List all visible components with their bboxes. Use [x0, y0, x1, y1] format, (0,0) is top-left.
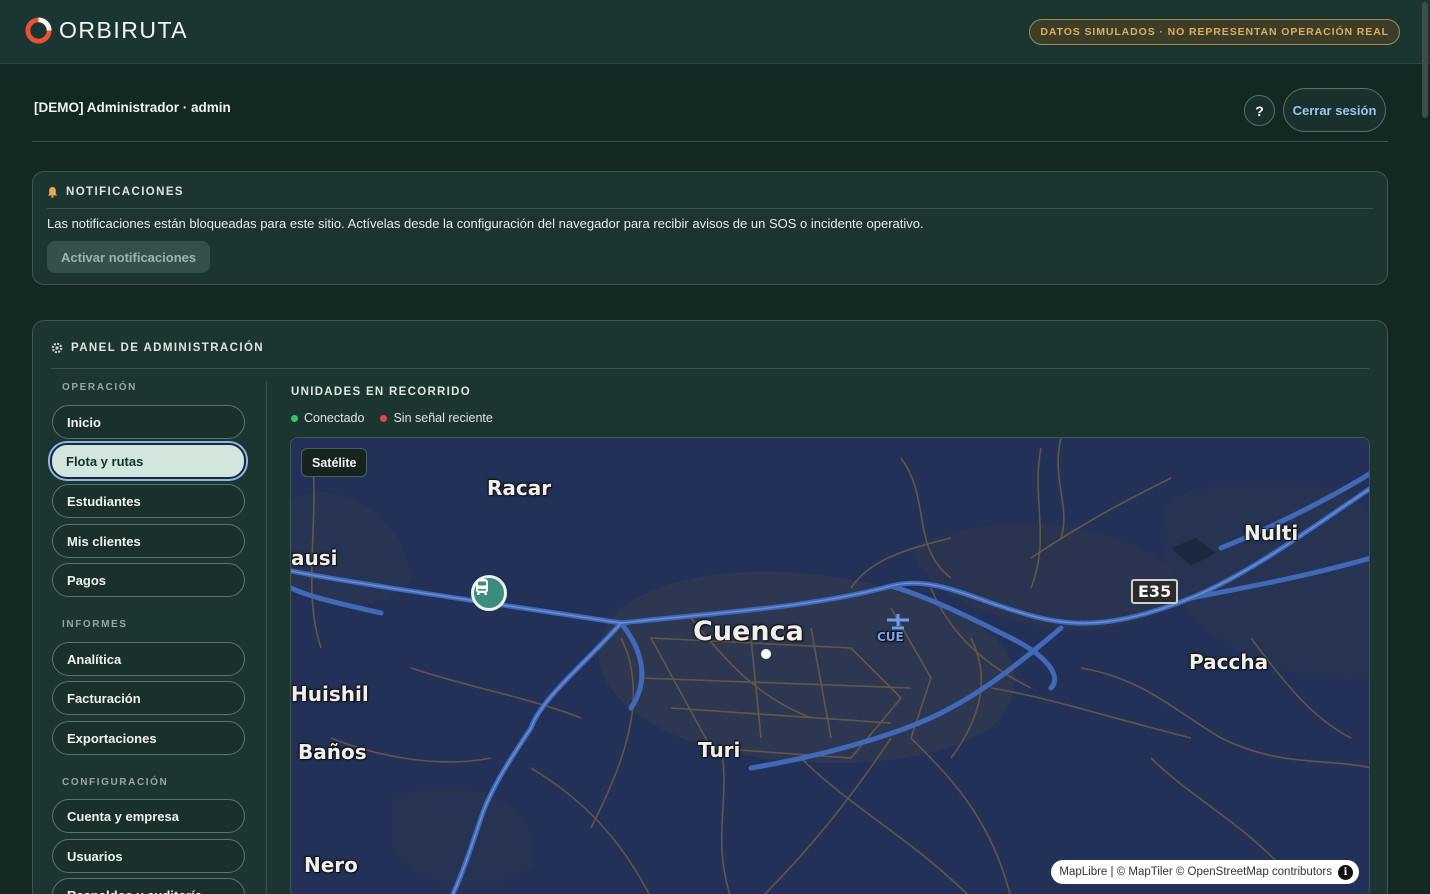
cuenca-city-dot	[761, 649, 771, 659]
map-label-banos: Baños	[298, 740, 367, 764]
notifications-card: NOTIFICACIONES Las notificaciones están …	[32, 171, 1388, 285]
sidebar-section-informes: INFORMES	[62, 619, 128, 630]
sidebar-item-facturacion[interactable]: Facturación	[52, 681, 245, 715]
map-label-cuenca: Cuenca	[693, 616, 804, 647]
bell-icon	[47, 187, 58, 198]
info-icon[interactable]: i	[1338, 864, 1353, 880]
map-label-turi: Turi	[698, 738, 741, 762]
sidebar-item-flota-y-rutas[interactable]: Flota y rutas	[50, 443, 246, 479]
sidebar-separator	[266, 381, 267, 894]
simulated-data-badge: DATOS SIMULADOS · NO REPRESENTAN OPERACI…	[1029, 19, 1400, 45]
sidebar-item-respaldos-y-auditoria[interactable]: Respaldos y auditoría	[52, 878, 245, 894]
legend-connected-label: Conectado	[304, 411, 365, 425]
legend-no-signal-label: Sin señal reciente	[393, 411, 493, 425]
gear-icon	[51, 342, 63, 354]
admin-panel-card: PANEL DE ADMINISTRACIÓN OPERACIÓN Inicio…	[32, 320, 1388, 894]
top-bar: ORBIRUTA DATOS SIMULADOS · NO REPRESENTA…	[0, 0, 1430, 64]
help-button[interactable]: ?	[1244, 95, 1275, 126]
sidebar-item-cuenta-y-empresa[interactable]: Cuenta y empresa	[52, 799, 245, 833]
admin-panel-header: PANEL DE ADMINISTRACIÓN	[51, 342, 264, 354]
highway-shield-e35: E35	[1131, 579, 1179, 604]
sidebar-item-analitica[interactable]: Analítica	[52, 642, 245, 676]
activate-notifications-button[interactable]: Activar notificaciones	[47, 241, 211, 273]
sidebar-item-exportaciones[interactable]: Exportaciones	[52, 721, 245, 755]
map-label-cue: CUE	[877, 630, 904, 644]
map-label-paccha: Paccha	[1189, 650, 1269, 674]
map-label-ausi: ausi	[291, 546, 338, 570]
sidebar-item-mis-clientes[interactable]: Mis clientes	[52, 524, 245, 558]
no-signal-dot-icon	[380, 414, 388, 422]
notifications-message: Las notificaciones están bloqueadas para…	[47, 216, 924, 231]
notifications-divider	[47, 208, 1373, 209]
vehicle-marker[interactable]	[471, 575, 507, 611]
map-label-nulti: Nulti	[1244, 521, 1299, 545]
satellite-toggle-button[interactable]: Satélite	[301, 448, 368, 477]
sidebar-item-estudiantes[interactable]: Estudiantes	[52, 484, 245, 518]
map-label-nero: Nero	[304, 853, 358, 877]
notifications-header: NOTIFICACIONES	[47, 186, 184, 198]
sidebar-item-inicio[interactable]: Inicio	[52, 405, 245, 439]
bus-icon	[476, 579, 488, 595]
map-label-huishil: Huishil	[291, 682, 369, 706]
brand-logo[interactable]: ORBIRUTA	[24, 16, 188, 45]
admin-panel-divider	[51, 368, 1369, 369]
admin-panel-title: PANEL DE ADMINISTRACIÓN	[71, 342, 264, 354]
fleet-map[interactable]: Racar Nulti ausi Cuenca CUE Paccha Huish…	[290, 437, 1370, 894]
legend-connected: Conectado	[291, 411, 364, 425]
notifications-title: NOTIFICACIONES	[66, 186, 184, 198]
connected-dot-icon	[291, 414, 298, 422]
logout-button[interactable]: Cerrar sesión	[1283, 88, 1386, 132]
legend-no-signal: Sin señal reciente	[380, 411, 493, 425]
sidebar-section-operacion: OPERACIÓN	[62, 382, 137, 393]
units-title: UNIDADES EN RECORRIDO	[291, 386, 472, 398]
logo-ring-icon	[25, 17, 52, 44]
status-legend: Conectado Sin señal reciente	[291, 411, 493, 425]
sidebar-section-configuracion: CONFIGURACIÓN	[62, 777, 169, 788]
header-divider	[32, 141, 1388, 142]
scrollbar-thumb[interactable]	[1422, 2, 1428, 118]
map-label-racar: Racar	[487, 476, 552, 500]
map-attribution: MapLibre | © MapTiler © OpenStreetMap co…	[1051, 860, 1359, 884]
page-scrollbar[interactable]	[1420, 0, 1430, 894]
user-identity: [DEMO] Administrador · admin	[34, 100, 231, 115]
brand-name: ORBIRUTA	[59, 17, 189, 43]
map-attribution-text: MapLibre | © MapTiler © OpenStreetMap co…	[1059, 866, 1332, 878]
sidebar-item-usuarios[interactable]: Usuarios	[52, 839, 245, 873]
sidebar-item-pagos[interactable]: Pagos	[52, 563, 245, 597]
